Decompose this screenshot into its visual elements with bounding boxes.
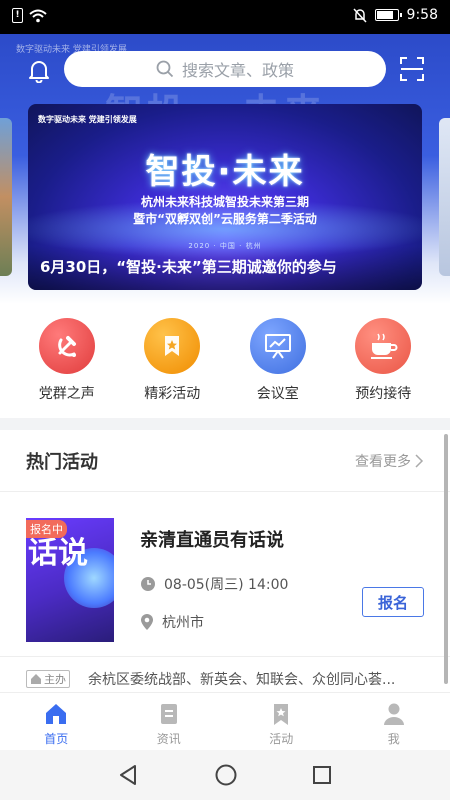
- battery-level-fill: [376, 11, 393, 19]
- menu-item-reception[interactable]: 预约接待: [338, 304, 428, 418]
- menu-label-party-voice: 党群之声: [38, 386, 95, 402]
- carousel-prev-card[interactable]: [0, 118, 12, 276]
- tab-news[interactable]: 资讯: [113, 693, 226, 750]
- location-pin-icon: [141, 614, 153, 630]
- home-small-icon: [31, 674, 41, 684]
- recents-icon[interactable]: [312, 765, 332, 785]
- activity-card[interactable]: 话说 报名中 亲清直通员有话说 08-05(周三) 14:00 杭州市 报名: [26, 518, 424, 642]
- activity-poster: 话说 报名中: [26, 518, 114, 642]
- tab-activities-label: 活动: [269, 732, 294, 746]
- home-icon: [46, 704, 67, 724]
- signup-button[interactable]: 报名: [362, 587, 424, 617]
- tab-profile[interactable]: 我: [338, 693, 450, 750]
- section-header: 热门活动 查看更多: [0, 430, 450, 492]
- activity-time-text: 08-05(周三) 14:00: [164, 577, 289, 593]
- poster-text: 话说: [28, 536, 88, 571]
- activity-place-text: 杭州市: [162, 615, 204, 631]
- system-navigation-bar: [0, 750, 450, 800]
- menu-item-meeting-room[interactable]: 会议室: [233, 304, 323, 418]
- host-tag: 主办: [26, 670, 70, 688]
- sim-alert-icon: !: [12, 8, 23, 23]
- banner-carousel-slide[interactable]: 数字驱动未来 党建引领发展 智投·未来 杭州未来科技城智投未来第三期 暨市“双孵…: [28, 104, 422, 290]
- activity-place: 杭州市: [140, 612, 204, 632]
- home-circle-icon[interactable]: [215, 764, 237, 786]
- tab-home[interactable]: 首页: [0, 693, 113, 750]
- activity-time: 08-05(周三) 14:00: [140, 574, 288, 594]
- back-icon[interactable]: [118, 764, 140, 786]
- menu-label-events: 精彩活动: [144, 386, 201, 402]
- search-icon: [156, 60, 174, 78]
- meeting-room-icon: [249, 318, 306, 374]
- tab-profile-label: 我: [387, 732, 400, 746]
- status-right: 9:58: [352, 7, 438, 23]
- host-tag-label: 主办: [44, 673, 66, 686]
- section-divider: [0, 418, 450, 430]
- view-more-link[interactable]: 查看更多: [355, 451, 424, 471]
- menu-label-meeting-room: 会议室: [256, 386, 299, 402]
- tea-cup-icon: [355, 318, 412, 374]
- tab-home-label: 首页: [44, 732, 69, 746]
- chevron-right-icon: [415, 453, 424, 468]
- news-icon: [160, 704, 177, 724]
- menu-label-reception: 预约接待: [355, 386, 412, 402]
- host-organizers: 余杭区委统战部、新英会、知联会、众创同心荟...: [88, 672, 396, 688]
- activity-title: 亲清直通员有话说: [140, 530, 284, 551]
- search-placeholder: 搜索文章、政策: [181, 61, 294, 80]
- tab-news-label: 资讯: [156, 732, 181, 746]
- hot-activities-section: 热门活动 查看更多 话说 报名中 亲清直通员有话说 08-05(周三) 14:0…: [0, 430, 450, 692]
- carousel-next-card[interactable]: [439, 118, 450, 276]
- battery-icon: [374, 9, 402, 21]
- bottom-tab-bar: 首页 资讯 活动 我: [0, 692, 450, 750]
- wifi-icon: [29, 9, 47, 22]
- section-title: 热门活动: [26, 451, 98, 473]
- banner-tag: 数字驱动未来 党建引领发展: [38, 115, 137, 124]
- status-left: !: [12, 8, 47, 23]
- profile-icon: [383, 703, 404, 725]
- scan-icon[interactable]: [400, 57, 424, 81]
- activity-icon: [144, 318, 201, 374]
- banner-subtitle-1: 杭州未来科技城智投未来第三期: [140, 195, 309, 209]
- registration-status-badge: 报名中: [26, 520, 67, 538]
- banner-subtitle-2: 暨市“双孵双创”云服务第二季活动: [133, 212, 317, 226]
- menu-item-party-voice[interactable]: 党群之声: [22, 304, 112, 418]
- quick-menu: 党群之声 精彩活动 会议室 预约接待: [0, 304, 450, 418]
- party-icon: [38, 318, 95, 374]
- tab-activities[interactable]: 活动: [225, 693, 338, 750]
- mute-bell-icon: [352, 7, 367, 23]
- notification-bell-icon[interactable]: [26, 57, 52, 83]
- status-time: 9:58: [406, 7, 438, 23]
- banner-title: 智投·未来: [145, 152, 305, 192]
- activity-tab-icon: [274, 704, 289, 725]
- banner-caption: 6月30日，“智投·未来”第三期诚邀你的参与: [28, 246, 422, 290]
- status-bar: ! 9:58: [0, 0, 450, 34]
- menu-item-events[interactable]: 精彩活动: [127, 304, 217, 418]
- clock-icon: [141, 577, 155, 591]
- view-more-label: 查看更多: [355, 453, 411, 470]
- scrollbar[interactable]: [444, 434, 448, 684]
- search-input[interactable]: 搜索文章、政策: [64, 51, 386, 87]
